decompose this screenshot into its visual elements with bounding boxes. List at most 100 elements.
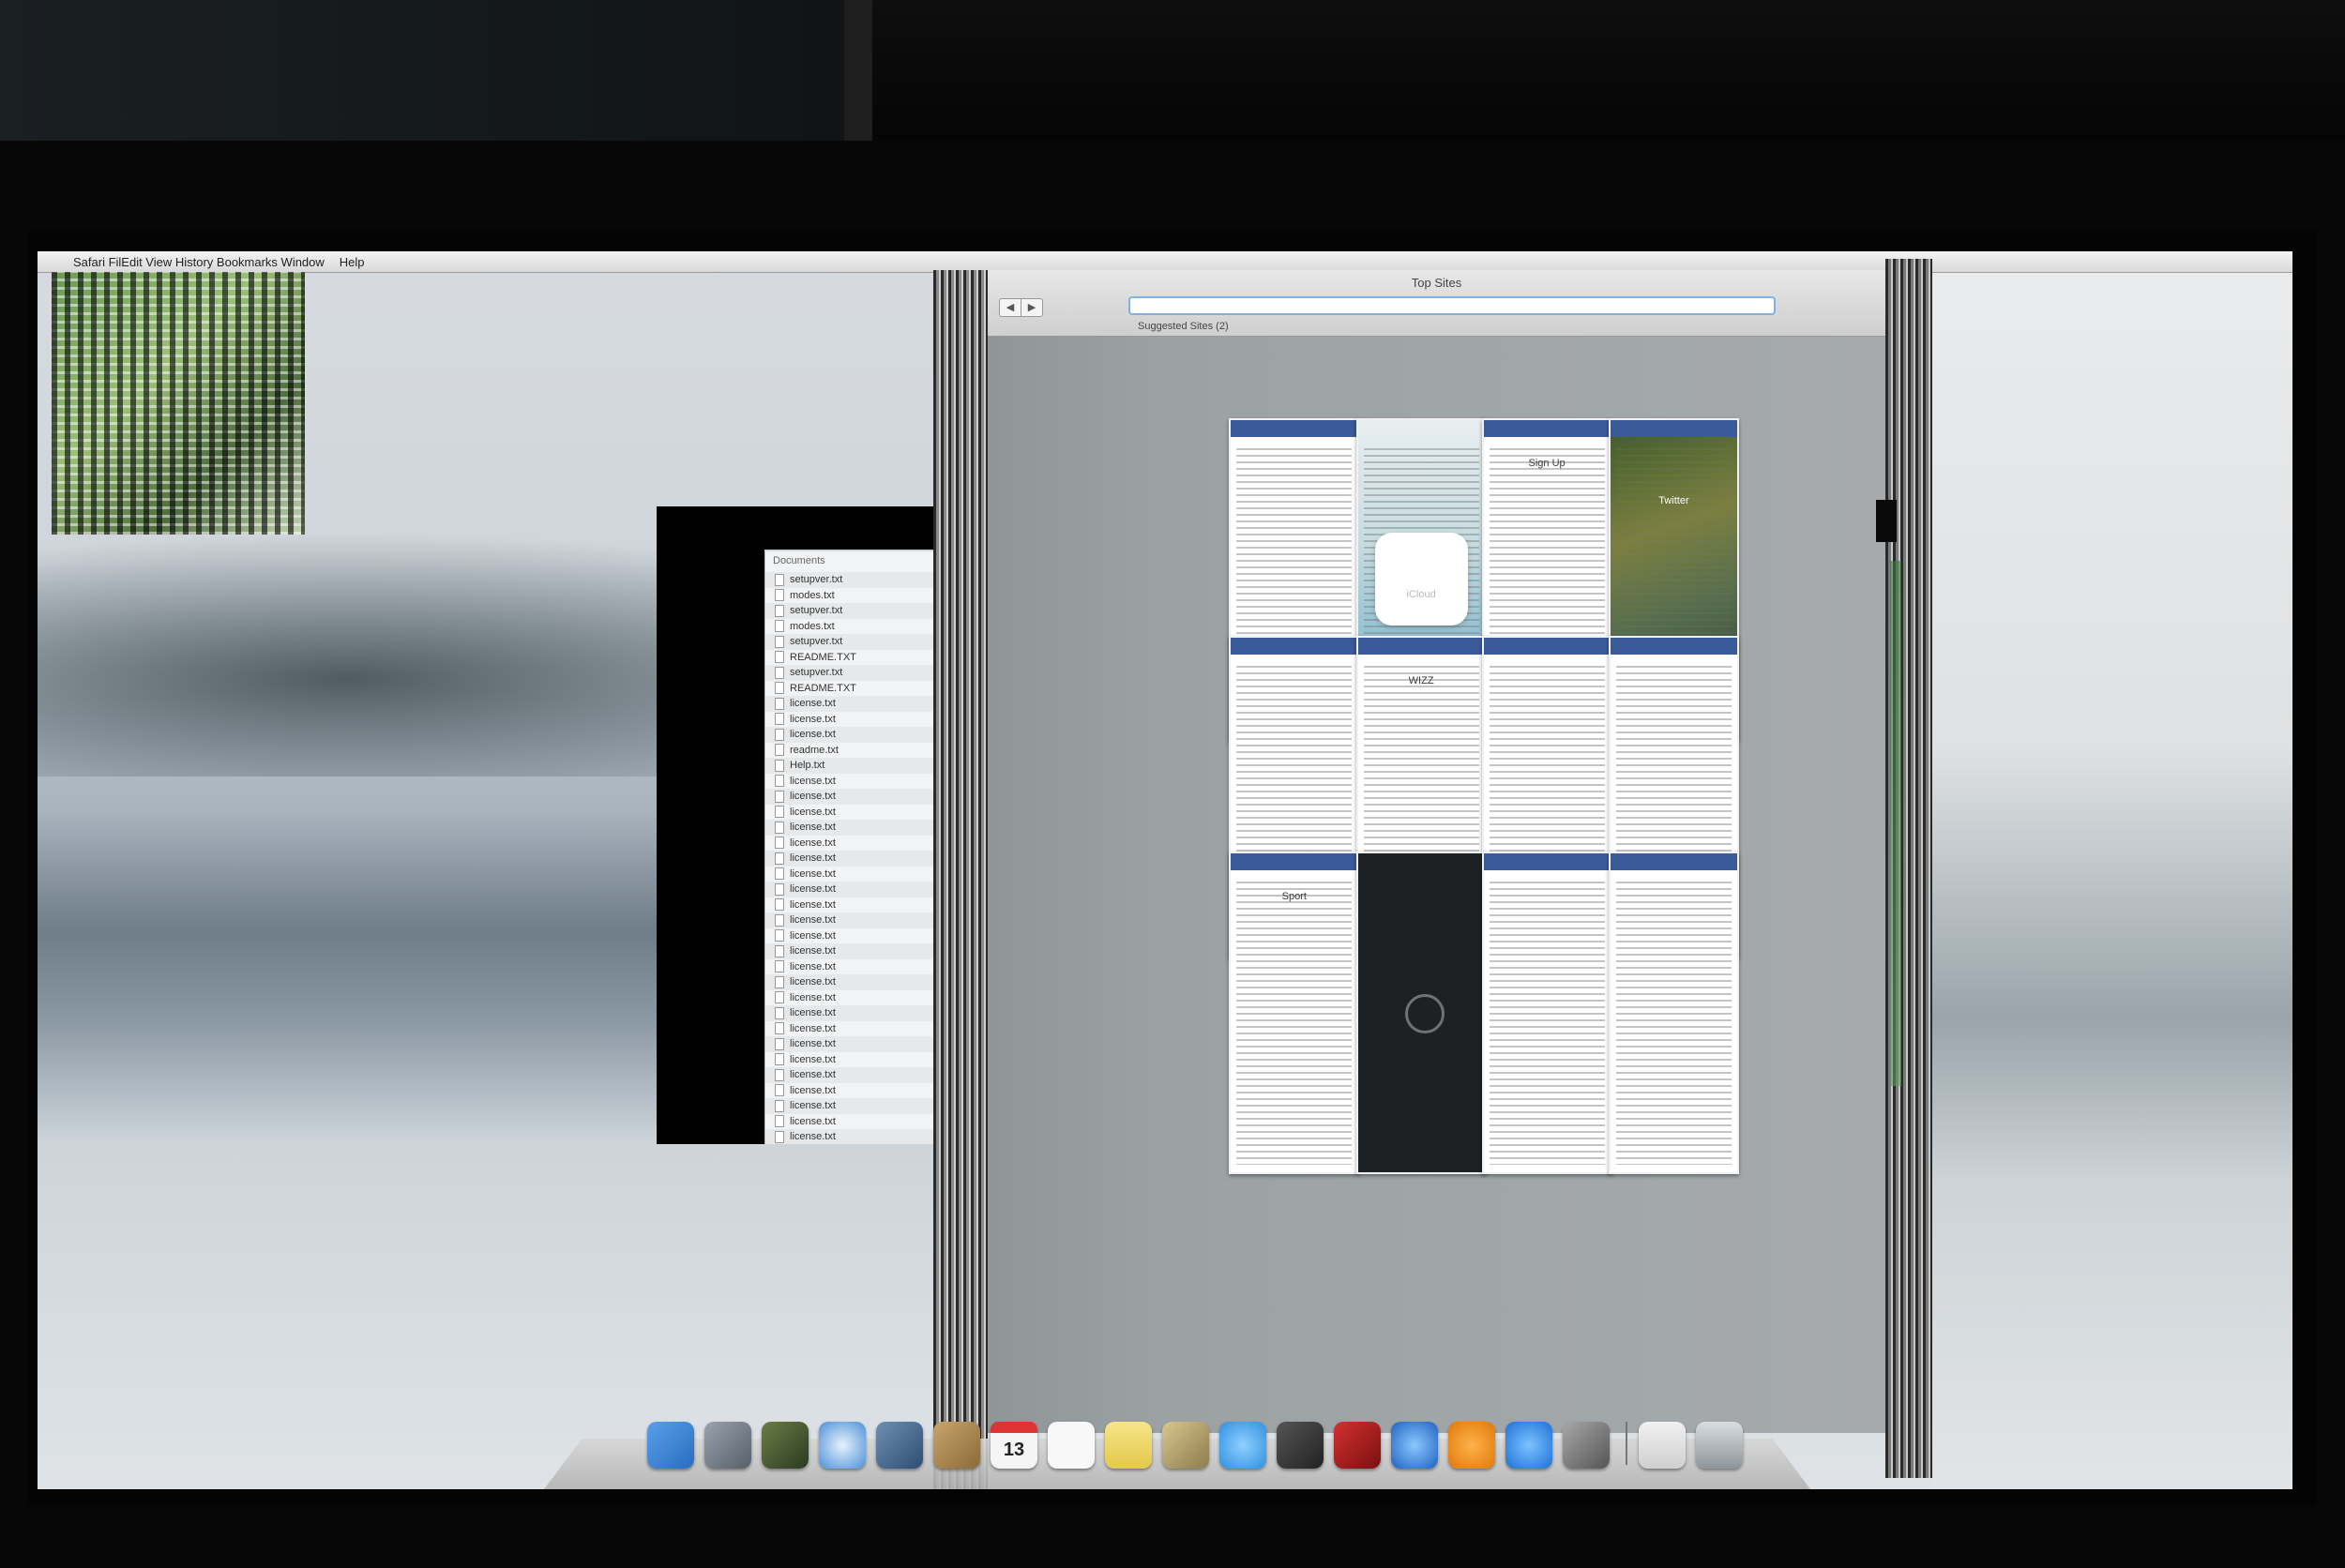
- file-name: license.txt: [790, 960, 836, 972]
- file-name: license.txt: [790, 775, 836, 787]
- trash-icon[interactable]: [1696, 1422, 1743, 1469]
- file-name: setupver.txt: [790, 667, 843, 679]
- file-item[interactable]: license.txt: [765, 696, 934, 712]
- file-item[interactable]: readme.txt: [765, 743, 934, 759]
- file-item[interactable]: license.txt: [765, 959, 934, 975]
- contacts-icon[interactable]: [933, 1422, 980, 1469]
- mission-control-icon[interactable]: [762, 1422, 809, 1469]
- text-file-icon: [775, 620, 784, 633]
- file-item[interactable]: license.txt: [765, 897, 934, 913]
- address-field[interactable]: [1128, 296, 1776, 315]
- calendar-icon[interactable]: 13: [991, 1422, 1037, 1469]
- documents-stack-icon[interactable]: [1639, 1422, 1686, 1469]
- file-item[interactable]: license.txt: [765, 974, 934, 990]
- file-item[interactable]: README.TXT: [765, 681, 934, 697]
- file-name: README.TXT: [790, 651, 856, 663]
- suggested-sites-label[interactable]: Suggested Sites (2): [1138, 321, 1229, 332]
- text-file-icon: [775, 790, 784, 803]
- file-name: license.txt: [790, 1038, 836, 1050]
- app-store-icon[interactable]: [1505, 1422, 1552, 1469]
- back-button[interactable]: ◀: [999, 298, 1021, 317]
- file-name: license.txt: [790, 837, 836, 849]
- file-item[interactable]: license.txt: [765, 789, 934, 805]
- tile-content: [1236, 882, 1353, 1165]
- text-file-icon: [775, 1084, 784, 1097]
- itunes-icon[interactable]: [1391, 1422, 1438, 1469]
- file-item[interactable]: license.txt: [765, 712, 934, 728]
- file-item[interactable]: license.txt: [765, 851, 934, 867]
- preview-icon[interactable]: [1162, 1422, 1209, 1469]
- file-item[interactable]: license.txt: [765, 1052, 934, 1068]
- dock: 13: [544, 1412, 1810, 1489]
- scrollbar-thumb[interactable]: [1876, 500, 1897, 542]
- file-name: modes.txt: [790, 620, 835, 632]
- photo-booth-icon[interactable]: [1334, 1422, 1381, 1469]
- menu-help[interactable]: Help: [332, 255, 372, 269]
- menu-garbled-label[interactable]: Safari FilEdit View History Bookmarks Wi…: [66, 255, 332, 269]
- text-file-icon: [775, 759, 784, 772]
- file-item[interactable]: license.txt: [765, 912, 934, 928]
- finder-icon[interactable]: [647, 1422, 694, 1469]
- safari-icon[interactable]: [819, 1422, 866, 1469]
- calendar-date: 13: [1003, 1439, 1025, 1460]
- ibooks-icon[interactable]: [1448, 1422, 1495, 1469]
- file-item[interactable]: license.txt: [765, 1083, 934, 1099]
- text-file-icon: [775, 1053, 784, 1066]
- file-item[interactable]: license.txt: [765, 1129, 934, 1144]
- file-item[interactable]: license.txt: [765, 1036, 934, 1052]
- file-name: license.txt: [790, 698, 836, 710]
- file-item[interactable]: license.txt: [765, 882, 934, 897]
- file-item[interactable]: license.txt: [765, 1114, 934, 1130]
- reminders-icon[interactable]: [1048, 1422, 1095, 1469]
- file-item[interactable]: license.txt: [765, 820, 934, 836]
- messages-icon[interactable]: [1219, 1422, 1266, 1469]
- file-name: license.txt: [790, 822, 836, 834]
- file-item[interactable]: modes.txt: [765, 619, 934, 635]
- notes-icon[interactable]: [1105, 1422, 1152, 1469]
- file-item[interactable]: license.txt: [765, 1098, 934, 1114]
- text-file-icon: [775, 944, 784, 957]
- file-item[interactable]: setupver.txt: [765, 572, 934, 588]
- file-name: license.txt: [790, 991, 836, 1003]
- text-file-icon: [775, 929, 784, 942]
- file-item[interactable]: license.txt: [765, 774, 934, 790]
- tile-header: [1357, 638, 1485, 655]
- file-item[interactable]: modes.txt: [765, 588, 934, 604]
- file-item[interactable]: setupver.txt: [765, 634, 934, 650]
- file-item[interactable]: Help.txt: [765, 758, 934, 774]
- launchpad-icon[interactable]: [704, 1422, 751, 1469]
- text-file-icon: [775, 975, 784, 988]
- top-site-bbc[interactable]: Sport: [1229, 852, 1360, 1174]
- file-name: license.txt: [790, 1100, 836, 1112]
- file-item[interactable]: license.txt: [765, 727, 934, 743]
- file-name: license.txt: [790, 1007, 836, 1019]
- file-item[interactable]: license.txt: [765, 1021, 934, 1037]
- file-item[interactable]: license.txt: [765, 943, 934, 959]
- file-item[interactable]: setupver.txt: [765, 603, 934, 619]
- file-name: setupver.txt: [790, 636, 843, 648]
- file-item[interactable]: license.txt: [765, 928, 934, 944]
- file-item[interactable]: license.txt: [765, 805, 934, 821]
- file-name: license.txt: [790, 898, 836, 911]
- file-item[interactable]: license.txt: [765, 836, 934, 852]
- file-item[interactable]: license.txt: [765, 867, 934, 882]
- top-site-dark-site[interactable]: [1355, 852, 1487, 1174]
- text-file-icon: [775, 604, 784, 617]
- text-file-icon: [775, 806, 784, 819]
- file-item[interactable]: license.txt: [765, 1005, 934, 1021]
- apple-menu-icon[interactable]: [38, 251, 66, 272]
- file-name: license.txt: [790, 1084, 836, 1096]
- text-file-icon: [775, 991, 784, 1004]
- system-preferences-icon[interactable]: [1563, 1422, 1610, 1469]
- file-item[interactable]: setupver.txt: [765, 665, 934, 681]
- top-site-forum[interactable]: [1608, 852, 1739, 1174]
- file-item[interactable]: README.TXT: [765, 650, 934, 666]
- facetime-icon[interactable]: [1277, 1422, 1324, 1469]
- file-item[interactable]: license.txt: [765, 990, 934, 1006]
- safari-window: Top Sites ◀ ▶ Suggested Sites (2) iCloud…: [988, 270, 1885, 1433]
- text-file-icon: [775, 1099, 784, 1112]
- file-item[interactable]: license.txt: [765, 1067, 934, 1083]
- top-site-sports-table[interactable]: [1481, 852, 1612, 1174]
- forward-button[interactable]: ▶: [1021, 298, 1043, 317]
- iphoto-icon[interactable]: [876, 1422, 923, 1469]
